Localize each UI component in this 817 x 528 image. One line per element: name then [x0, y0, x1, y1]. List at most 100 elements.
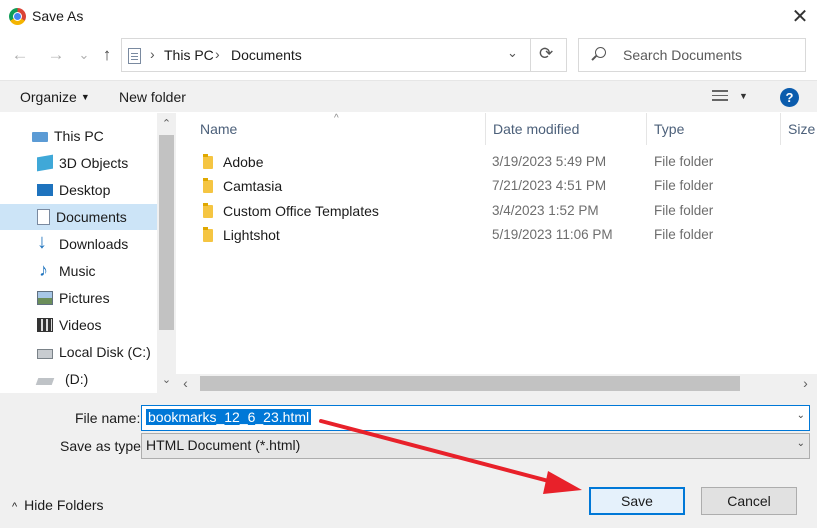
- file-date: 5/19/2023 11:06 PM: [492, 227, 613, 242]
- column-header-type[interactable]: Type: [654, 121, 684, 137]
- divider: [530, 39, 531, 71]
- documents-icon: [128, 48, 141, 64]
- save-button[interactable]: Save: [589, 487, 685, 515]
- file-type: File folder: [654, 203, 714, 218]
- save-as-type-label: Save as type:: [60, 438, 145, 454]
- recent-locations-button[interactable]: ⌄: [72, 42, 96, 68]
- back-button[interactable]: ←: [8, 42, 32, 68]
- sidebar-item-label: Music: [59, 263, 96, 279]
- sidebar-item-label: This PC: [54, 128, 104, 144]
- sidebar-item-label: 3D Objects: [59, 155, 129, 171]
- sidebar-scrollbar[interactable]: ⌃ ⌄: [157, 113, 176, 393]
- column-divider[interactable]: [780, 113, 781, 145]
- sidebar-item-d-drive[interactable]: (D:): [0, 366, 157, 392]
- sidebar-item-videos[interactable]: Videos: [0, 312, 157, 338]
- chevron-down-icon[interactable]: ⌄: [797, 410, 805, 421]
- table-row[interactable]: Adobe 3/19/2023 5:49 PM File folder: [176, 150, 817, 174]
- scroll-up-icon[interactable]: ⌃: [157, 117, 176, 130]
- save-as-type-select[interactable]: HTML Document (*.html) ⌄: [141, 433, 810, 459]
- hide-folders-label: Hide Folders: [24, 497, 104, 513]
- desktop-icon: [37, 184, 53, 196]
- file-type: File folder: [654, 154, 714, 169]
- breadcrumb-documents[interactable]: Documents: [231, 47, 302, 63]
- sidebar-item-music[interactable]: Music: [0, 258, 157, 284]
- sidebar-item-desktop[interactable]: Desktop: [0, 177, 157, 203]
- address-bar[interactable]: › This PC › Documents ⌄ ⟳: [121, 38, 567, 72]
- sidebar-item-local-disk[interactable]: Local Disk (C:): [0, 339, 157, 365]
- search-input[interactable]: [623, 47, 793, 63]
- help-button[interactable]: ?: [780, 88, 799, 107]
- breadcrumb-separator: ›: [215, 46, 220, 62]
- column-header-size[interactable]: Size: [788, 121, 815, 137]
- close-button[interactable]: ✕: [783, 0, 817, 32]
- search-box[interactable]: [578, 38, 806, 72]
- search-icon: [595, 47, 606, 58]
- sidebar-item-label: Pictures: [59, 290, 110, 306]
- title-bar: Save As ✕: [0, 0, 817, 32]
- file-type: File folder: [654, 227, 714, 242]
- file-name-label: File name:: [75, 410, 141, 426]
- refresh-icon[interactable]: ⟳: [539, 44, 553, 64]
- new-folder-button[interactable]: New folder: [119, 89, 186, 105]
- scroll-right-icon[interactable]: ›: [796, 375, 815, 391]
- window-title: Save As: [32, 8, 84, 24]
- pictures-icon: [37, 291, 53, 305]
- file-date: 7/21/2023 4:51 PM: [492, 178, 607, 193]
- drive-icon: [35, 378, 55, 385]
- sort-ascending-icon: ^: [334, 113, 339, 124]
- cancel-button[interactable]: Cancel: [701, 487, 797, 515]
- chrome-icon: [9, 8, 26, 25]
- save-form: File name: bookmarks_12_6_23.html ⌄ Save…: [0, 393, 817, 528]
- scrollbar-thumb[interactable]: [159, 135, 174, 330]
- chevron-down-icon[interactable]: ⌄: [797, 438, 805, 449]
- file-date: 3/4/2023 1:52 PM: [492, 203, 599, 218]
- organize-button[interactable]: Organize ▼: [20, 89, 90, 105]
- address-dropdown-icon[interactable]: ⌄: [507, 45, 518, 61]
- breadcrumb-separator: ›: [150, 46, 155, 62]
- file-name: Adobe: [223, 154, 264, 170]
- scroll-left-icon[interactable]: ‹: [176, 375, 195, 391]
- table-row[interactable]: Camtasia 7/21/2023 4:51 PM File folder: [176, 174, 817, 198]
- pc-icon: [32, 132, 48, 142]
- forward-button[interactable]: →: [44, 42, 68, 68]
- file-list: ^ Name Date modified Type Size Adobe 3/1…: [176, 113, 817, 393]
- local-disk-icon: [37, 348, 53, 359]
- column-header-name[interactable]: Name: [200, 121, 237, 137]
- chevron-down-icon[interactable]: ▼: [739, 91, 748, 101]
- scrollbar-thumb[interactable]: [200, 376, 740, 391]
- file-name: Custom Office Templates: [223, 203, 379, 219]
- column-header-date-modified[interactable]: Date modified: [493, 121, 579, 137]
- navigation-pane: This PC 3D Objects Desktop Documents Dow…: [0, 113, 176, 393]
- file-name: Camtasia: [223, 178, 283, 194]
- table-row[interactable]: Lightshot 5/19/2023 11:06 PM File folder: [176, 223, 817, 247]
- file-date: 3/19/2023 5:49 PM: [492, 154, 607, 169]
- music-icon: [37, 260, 53, 281]
- chevron-down-icon: ▼: [80, 92, 90, 102]
- column-divider[interactable]: [646, 113, 647, 145]
- file-name-value: bookmarks_12_6_23.html: [146, 409, 312, 425]
- scroll-down-icon[interactable]: ⌄: [157, 373, 176, 386]
- hide-folders-button[interactable]: ^ Hide Folders: [12, 497, 104, 513]
- 3d-objects-icon: [37, 154, 53, 172]
- view-options-icon[interactable]: [712, 90, 728, 103]
- navigation-bar: ← → ⌄ ↑ › This PC › Documents ⌄ ⟳: [0, 36, 817, 74]
- sidebar-item-pictures[interactable]: Pictures: [0, 285, 157, 311]
- folder-icon: [203, 178, 213, 193]
- sidebar-item-3d-objects[interactable]: 3D Objects: [0, 150, 157, 176]
- folder-icon: [203, 227, 213, 242]
- up-button[interactable]: ↑: [95, 42, 119, 68]
- table-row[interactable]: Custom Office Templates 3/4/2023 1:52 PM…: [176, 199, 817, 223]
- breadcrumb-this-pc[interactable]: This PC: [164, 47, 214, 63]
- downloads-icon: [37, 231, 53, 254]
- column-divider[interactable]: [485, 113, 486, 145]
- sidebar-item-downloads[interactable]: Downloads: [0, 231, 157, 257]
- documents-icon: [37, 209, 50, 225]
- save-as-type-value: HTML Document (*.html): [146, 437, 301, 453]
- folder-icon: [203, 203, 213, 218]
- horizontal-scrollbar[interactable]: ‹ ›: [176, 374, 817, 393]
- sidebar-item-label: Downloads: [59, 236, 129, 252]
- file-name: Lightshot: [223, 227, 280, 243]
- sidebar-item-this-pc[interactable]: This PC: [0, 123, 157, 149]
- sidebar-item-documents[interactable]: Documents: [0, 204, 157, 230]
- file-name-input[interactable]: bookmarks_12_6_23.html ⌄: [141, 405, 810, 431]
